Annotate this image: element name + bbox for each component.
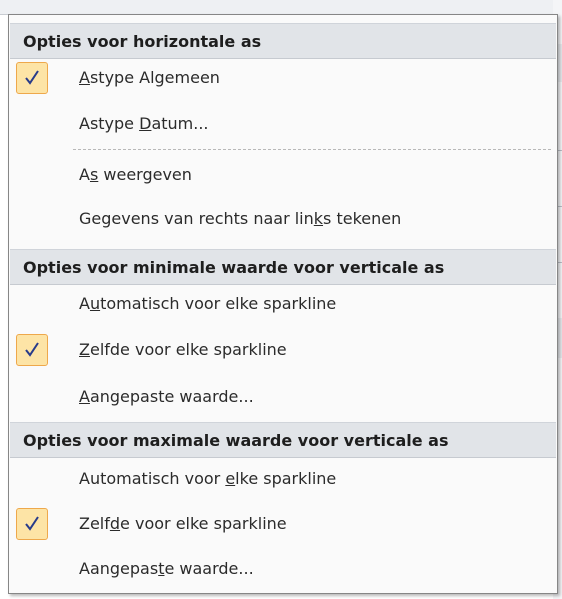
menu-item-show-axis[interactable]: As weergeven bbox=[10, 154, 556, 196]
menu-item-label: Automatisch voor elke sparkline bbox=[79, 469, 337, 488]
check-indicator bbox=[16, 508, 48, 540]
axis-options-menu: Opties voor horizontale as Astype Algeme… bbox=[8, 14, 558, 594]
checkmark-icon bbox=[25, 516, 39, 531]
menu-item-label: Gegevens van rechts naar links tekenen bbox=[79, 209, 402, 228]
menu-item-plot-right-to-left[interactable]: Gegevens van rechts naar links tekenen bbox=[10, 198, 556, 240]
menu-item-label: As weergeven bbox=[79, 165, 192, 184]
menu-item-label: Automatisch voor elke sparkline bbox=[79, 294, 337, 313]
menu-item-min-same[interactable]: Zelfde voor elke sparkline bbox=[10, 329, 556, 371]
menu-item-axis-type-date[interactable]: Astype Datum... bbox=[10, 103, 556, 145]
menu-item-label: Zelfde voor elke sparkline bbox=[79, 514, 287, 533]
menu-item-label: Zelfde voor elke sparkline bbox=[79, 340, 287, 359]
menu-item-label: Astype Algemeen bbox=[79, 68, 220, 87]
menu-item-label: Aangepaste waarde... bbox=[79, 387, 254, 406]
section-header-horizontal-axis: Opties voor horizontale as bbox=[10, 23, 556, 59]
checkmark-icon bbox=[25, 70, 39, 85]
menu-item-min-custom[interactable]: Aangepaste waarde... bbox=[10, 376, 556, 418]
menu-item-max-automatic[interactable]: Automatisch voor elke sparkline bbox=[10, 458, 556, 500]
menu-item-axis-type-general[interactable]: Astype Algemeen bbox=[10, 57, 556, 99]
checkmark-icon bbox=[25, 342, 39, 357]
menu-item-max-same[interactable]: Zelfde voor elke sparkline bbox=[10, 503, 556, 545]
section-header-vertical-max: Opties voor maximale waarde voor vertica… bbox=[10, 422, 556, 458]
menu-item-max-custom[interactable]: Aangepaste waarde... bbox=[10, 548, 556, 590]
menu-item-label: Aangepaste waarde... bbox=[79, 559, 254, 578]
section-header-vertical-min: Opties voor minimale waarde voor vertica… bbox=[10, 249, 556, 285]
background-ribbon-edge bbox=[0, 0, 562, 15]
menu-item-label: Astype Datum... bbox=[79, 114, 209, 133]
menu-item-min-automatic[interactable]: Automatisch voor elke sparkline bbox=[10, 283, 556, 325]
check-indicator bbox=[16, 334, 48, 366]
menu-separator bbox=[73, 149, 551, 150]
check-indicator bbox=[16, 62, 48, 94]
